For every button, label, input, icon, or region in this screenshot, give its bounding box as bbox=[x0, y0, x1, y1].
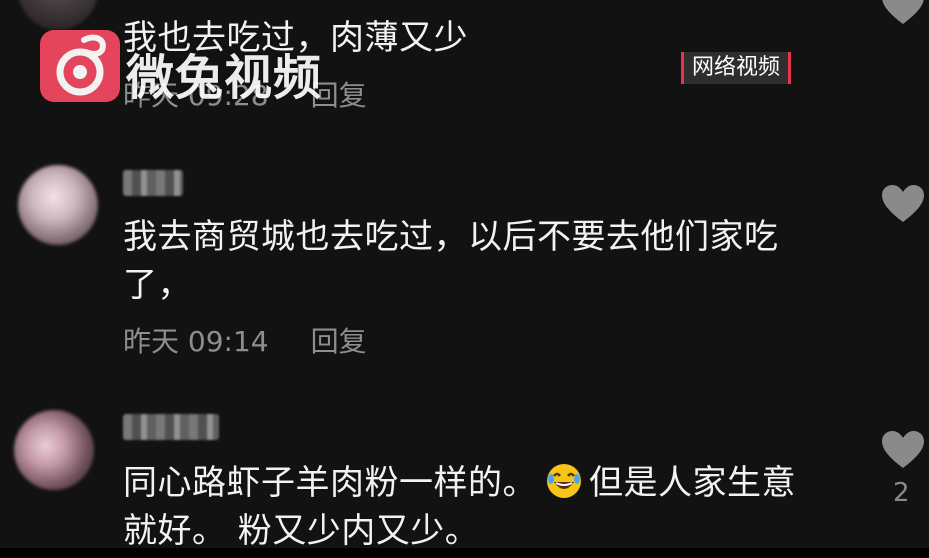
comment-text-line: 同心路虾子羊肉粉一样的。 但是人家生意 bbox=[123, 459, 796, 507]
reply-button[interactable]: 回复 bbox=[311, 325, 367, 358]
bottom-edge bbox=[0, 548, 929, 558]
network-video-tag: 网络视频 bbox=[681, 52, 792, 84]
heart-icon[interactable] bbox=[880, 0, 926, 26]
comment-meta: 昨天 09:14 回复 bbox=[123, 320, 367, 360]
rabbit-logo-icon bbox=[56, 34, 106, 96]
avatar[interactable] bbox=[18, 165, 98, 245]
comment-time: 昨天 09:14 bbox=[123, 325, 269, 358]
like-count: 2 bbox=[893, 478, 910, 508]
comment-text-part: 但是人家生意 bbox=[589, 463, 796, 503]
heart-icon[interactable] bbox=[880, 184, 926, 224]
avatar[interactable] bbox=[14, 410, 94, 490]
username-blurred[interactable] bbox=[123, 414, 219, 440]
comment-list: 我也去吃过，肉薄又少 昨天 09:28 回复 我去商贸城也去吃过，以后不要去他们家… bbox=[0, 0, 929, 558]
logo-badge bbox=[40, 30, 120, 102]
comment-text-line: 我去商贸城也去吃过，以后不要去他们家吃 bbox=[123, 217, 779, 257]
grinning-tears-emoji bbox=[547, 464, 581, 498]
comment-text-line: 了， bbox=[123, 265, 192, 305]
username-blurred[interactable] bbox=[123, 170, 183, 196]
heart-icon[interactable] bbox=[880, 430, 926, 470]
comment-text-part: 同心路虾子羊肉粉一样的。 bbox=[123, 463, 537, 503]
logo-text: 微兔视频 bbox=[126, 50, 323, 106]
avatar[interactable] bbox=[18, 0, 98, 30]
